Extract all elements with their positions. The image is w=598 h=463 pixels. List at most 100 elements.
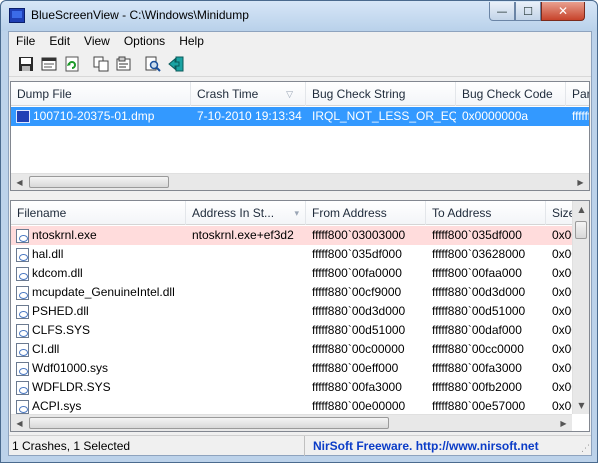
filename-text: Wdf01000.sys — [32, 361, 109, 375]
scroll-thumb[interactable] — [575, 221, 587, 239]
from-address-cell: fffff880`00fa3000 — [312, 380, 402, 394]
driver-list[interactable]: Filename Address In St... ▾ From Address … — [10, 200, 590, 432]
col-parameter[interactable]: Para — [566, 82, 589, 106]
to-address-cell: fffff880`00cc0000 — [432, 342, 524, 356]
crash-list-hscrollbar[interactable]: ◀ ▶ — [11, 173, 589, 190]
col-from-address[interactable]: From Address — [306, 201, 426, 225]
filename-cell: PSHED.dll — [11, 302, 186, 321]
menu-view[interactable]: View — [77, 32, 117, 51]
app-window: BlueScreenView - C:\Windows\Minidump — ☐… — [0, 0, 598, 463]
filename-text: CI.dll — [32, 342, 60, 356]
scroll-right-icon[interactable]: ▶ — [555, 415, 572, 431]
driver-file-icon — [16, 228, 29, 243]
menu-edit[interactable]: Edit — [42, 32, 77, 51]
address-in-stack-cell — [186, 302, 306, 321]
address-in-stack-cell — [186, 245, 306, 264]
col-dump-file[interactable]: Dump File — [11, 82, 191, 106]
scroll-thumb[interactable] — [29, 176, 169, 188]
window-title: BlueScreenView - C:\Windows\Minidump — [31, 8, 249, 22]
col-to-address[interactable]: To Address — [426, 201, 546, 225]
resize-grip-icon[interactable]: ⋰ — [581, 444, 590, 454]
col-bug-check-string[interactable]: Bug Check String — [306, 82, 456, 106]
copy-icon — [93, 56, 109, 71]
menu-help[interactable]: Help — [172, 32, 211, 51]
address-in-stack-cell — [186, 378, 306, 397]
driver-list-header: Filename Address In St... ▾ From Address … — [11, 201, 576, 225]
scroll-up-icon[interactable]: ▲ — [573, 201, 589, 218]
scroll-left-icon[interactable]: ◀ — [11, 174, 28, 190]
filename-text: CLFS.SYS — [32, 323, 91, 337]
crash-list[interactable]: Dump File Crash Time ▽ Bug Check String B… — [10, 81, 590, 191]
driver-file-icon — [16, 399, 29, 414]
save-button[interactable] — [15, 53, 37, 75]
col-bug-check-code[interactable]: Bug Check Code — [456, 82, 566, 106]
filename-cell: CI.dll — [11, 340, 186, 359]
find-button[interactable] — [142, 53, 164, 75]
driver-rows: ntoskrnl.exe ntoskrnl.exe+ef3d2 fffff800`0… — [11, 226, 572, 416]
properties-icon — [116, 56, 131, 70]
maximize-button[interactable]: ☐ — [515, 2, 541, 21]
size-cell: 0x00 — [552, 304, 572, 318]
scroll-thumb[interactable] — [29, 417, 389, 429]
to-address-cell: fffff800`03628000 — [432, 247, 526, 261]
scroll-right-icon[interactable]: ▶ — [572, 174, 589, 190]
table-row[interactable]: hal.dll fffff800`035df000 fffff800`0362800… — [11, 245, 572, 264]
address-in-stack-cell — [186, 340, 306, 359]
title-bar[interactable]: BlueScreenView - C:\Windows\Minidump — ☐… — [1, 1, 597, 31]
table-row[interactable]: mcupdate_GenuineIntel.dll fffff880`00cf90… — [11, 283, 572, 302]
table-row[interactable]: PSHED.dll fffff880`00d3d000 fffff880`00d51… — [11, 302, 572, 321]
table-row[interactable]: kdcom.dll fffff800`00fa0000 fffff800`00faa… — [11, 264, 572, 283]
find-icon — [145, 56, 161, 72]
size-cell: 0x00 — [552, 342, 572, 356]
from-address-cell: fffff880`00eff000 — [312, 361, 399, 375]
save-icon — [19, 56, 33, 71]
table-row[interactable]: ntoskrnl.exe ntoskrnl.exe+ef3d2 fffff800`0… — [11, 226, 572, 245]
driver-file-icon — [16, 361, 29, 376]
table-row[interactable]: CI.dll fffff880`00c00000 fffff880`00cc0000… — [11, 340, 572, 359]
filename-cell: ntoskrnl.exe — [11, 226, 186, 245]
exit-button[interactable] — [165, 53, 187, 75]
col-address-in-stack[interactable]: Address In St... ▾ — [186, 201, 306, 225]
size-cell: 0x00 — [552, 266, 572, 280]
to-address-cell: fffff880`00fb2000 — [432, 380, 522, 394]
minimize-button[interactable]: — — [489, 2, 515, 21]
filename-text: WDFLDR.SYS — [32, 380, 111, 394]
status-bar: 1 Crashes, 1 Selected NirSoft Freeware. … — [9, 435, 591, 456]
html-report-button[interactable] — [38, 53, 60, 75]
nirsoft-link[interactable]: NirSoft Freeware. http://www.nirsoft.net — [305, 436, 539, 455]
filename-cell: CLFS.SYS — [11, 321, 186, 340]
filename-cell: WDFLDR.SYS — [11, 378, 186, 397]
address-in-stack-cell — [186, 283, 306, 302]
menu-options[interactable]: Options — [117, 32, 172, 51]
col-filename[interactable]: Filename — [11, 201, 186, 225]
to-address-cell: fffff800`00faa000 — [432, 266, 522, 280]
col-address-in-stack-label: Address In St... — [192, 206, 275, 220]
dump-file-name: 100710-20375-01.dmp — [33, 109, 155, 123]
driver-list-hscrollbar[interactable]: ◀ ▶ — [11, 414, 572, 431]
driver-list-vscrollbar[interactable]: ▲ ▼ — [572, 201, 589, 414]
size-cell: 0x00 — [552, 380, 572, 394]
col-crash-time-label: Crash Time — [197, 87, 259, 101]
bluescreen-dump-icon — [16, 110, 30, 123]
menu-file[interactable]: File — [9, 32, 42, 51]
close-button[interactable]: ✕ — [541, 2, 585, 21]
filename-cell: hal.dll — [11, 245, 186, 264]
properties-button[interactable] — [113, 53, 135, 75]
copy-button[interactable] — [90, 53, 112, 75]
col-crash-time[interactable]: Crash Time ▽ — [191, 82, 306, 106]
refresh-button[interactable] — [61, 53, 83, 75]
pane-splitter[interactable] — [9, 193, 591, 198]
table-row[interactable]: CLFS.SYS fffff880`00d51000 fffff880`00daf0… — [11, 321, 572, 340]
table-row[interactable]: Wdf01000.sys fffff880`00eff000 fffff880`00… — [11, 359, 572, 378]
size-cell: 0x00 — [552, 247, 572, 261]
address-in-stack-cell — [186, 264, 306, 283]
table-row[interactable]: 100710-20375-01.dmp 7-10-2010 19:13:34 I… — [11, 107, 589, 126]
table-row[interactable]: WDFLDR.SYS fffff880`00fa3000 fffff880`00fb… — [11, 378, 572, 397]
status-text: 1 Crashes, 1 Selected — [9, 436, 305, 456]
scroll-left-icon[interactable]: ◀ — [11, 415, 28, 431]
to-address-cell: fffff800`035df000 — [432, 228, 522, 242]
html-report-icon — [41, 57, 57, 70]
scroll-down-icon[interactable]: ▼ — [573, 397, 589, 414]
address-in-stack-cell — [186, 321, 306, 340]
bug-check-string-cell: IRQL_NOT_LESS_OR_EQ... — [312, 109, 456, 123]
